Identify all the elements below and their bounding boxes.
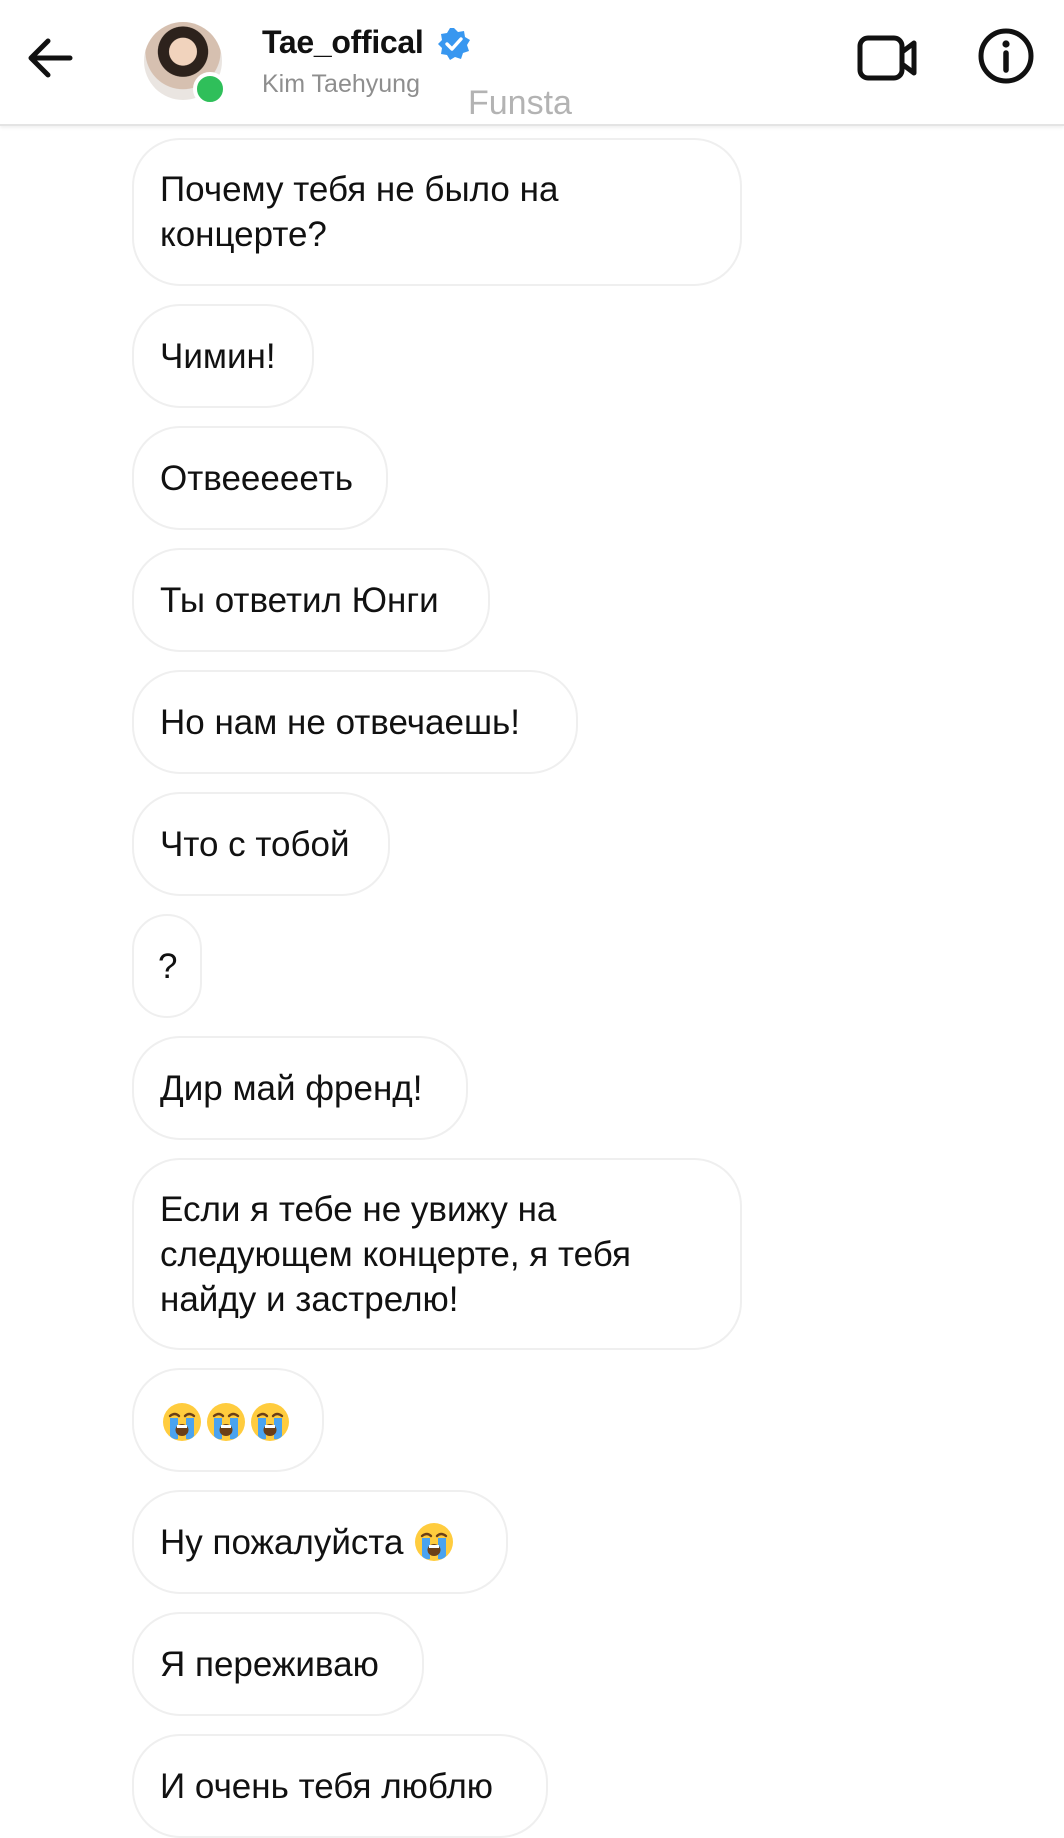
loudly-crying-face-icon bbox=[207, 1402, 245, 1441]
message-text: Если я тебе не увижу на следующем концер… bbox=[160, 1189, 631, 1319]
message-bubble[interactable]: Но нам не отвечаешь! bbox=[132, 670, 578, 774]
message-bubble[interactable]: Чимин! bbox=[132, 304, 314, 408]
message-text: Но нам не отвечаешь! bbox=[160, 702, 520, 742]
message-text: Ты ответил Юнги bbox=[160, 580, 439, 620]
message-thread: Почему тебя не было на концерте? Чимин! … bbox=[0, 0, 1064, 1838]
message-bubble[interactable]: Если я тебе не увижу на следующем концер… bbox=[132, 1158, 742, 1350]
loudly-crying-face-icon bbox=[163, 1402, 201, 1441]
message-text: Что с тобой bbox=[160, 824, 350, 864]
message-bubble[interactable]: Отвееееeть bbox=[132, 426, 388, 530]
message-bubble[interactable]: Дир май френд! bbox=[132, 1036, 468, 1140]
message-text: ? bbox=[158, 946, 178, 986]
message-bubble[interactable]: И очень тебя люблю bbox=[132, 1734, 548, 1838]
message-text: Отвееееeть bbox=[160, 458, 354, 498]
message-bubble[interactable] bbox=[132, 1368, 324, 1472]
message-bubble[interactable]: Что с тобой bbox=[132, 792, 390, 896]
message-bubble[interactable]: Я переживаю bbox=[132, 1612, 424, 1716]
loudly-crying-face-icon bbox=[415, 1523, 454, 1561]
message-bubble[interactable]: Почему тебя не было на концерте? bbox=[132, 138, 742, 286]
message-text: Я переживаю bbox=[160, 1644, 379, 1684]
message-bubble[interactable]: ? bbox=[132, 914, 202, 1018]
message-text: И очень тебя люблю bbox=[160, 1766, 494, 1806]
message-bubble[interactable]: Ты ответил Юнги bbox=[132, 548, 490, 652]
message-text: Ну пожалуйста bbox=[160, 1522, 404, 1562]
message-text: Почему тебя не было на концерте? bbox=[160, 170, 559, 254]
loudly-crying-face-icon bbox=[251, 1402, 289, 1441]
message-text: Чимин! bbox=[160, 336, 276, 376]
message-text: Дир май френд! bbox=[160, 1068, 423, 1108]
message-emoji bbox=[160, 1397, 292, 1443]
message-bubble[interactable]: Ну пожалуйста bbox=[132, 1490, 508, 1594]
